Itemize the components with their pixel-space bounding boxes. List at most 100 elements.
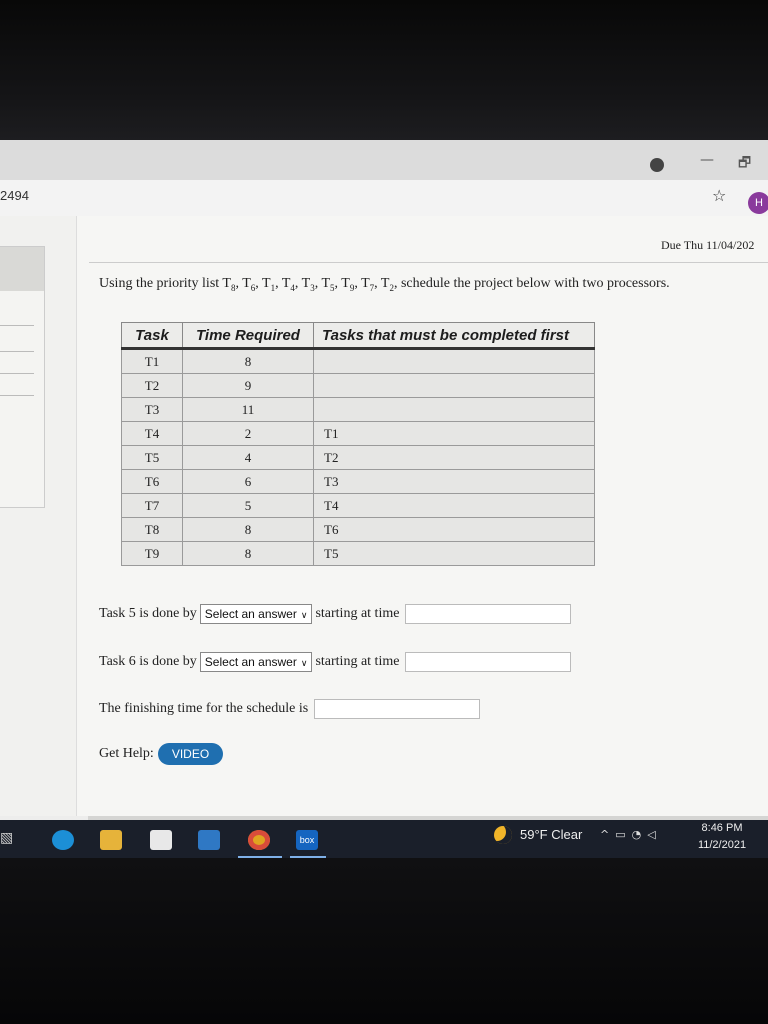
header-time-required: Time Required (182, 322, 314, 350)
url-text[interactable]: 2494 (0, 188, 29, 203)
taskbar: ▧ box 59°F Clear ^▭◔◁ 8:46 PM 11/2/2021 (0, 820, 768, 860)
priority-item: T6 (242, 276, 256, 293)
table-row: T9 8 T5 (121, 541, 595, 566)
header-prerequisites: Tasks that must be completed first (313, 322, 595, 350)
get-help-row: Get Help: VIDEO (99, 743, 224, 765)
prerequisite-cell: T1 (313, 421, 595, 446)
due-date: Due Thu 11/04/202 (661, 238, 755, 252)
prerequisite-cell: T3 (313, 469, 595, 494)
chevron-down-icon: ∨ (300, 658, 308, 668)
address-bar[interactable]: 2494 ☆ H (0, 180, 768, 216)
task6-label: Task 6 is done by (99, 654, 197, 670)
time-cell: 5 (182, 493, 314, 518)
sidebar-divider (0, 325, 34, 326)
table-row: T1 8 (121, 348, 595, 374)
task6-select-value: Select an answer (204, 655, 297, 669)
task-cell: T3 (121, 397, 183, 422)
priority-item: T4 (281, 276, 295, 293)
task-cell: T4 (121, 421, 183, 446)
monitor-top-bezel (0, 0, 768, 140)
extension-icon[interactable] (650, 158, 664, 172)
priority-item: T3 (301, 276, 315, 293)
task5-time-label: starting at time (315, 606, 400, 622)
priority-item: T5 (321, 276, 335, 293)
prerequisite-cell (313, 348, 595, 374)
profile-avatar[interactable]: H (748, 192, 768, 214)
finish-time-row: The finishing time for the schedule is (99, 699, 481, 719)
time-cell: 8 (182, 348, 314, 374)
priority-item: T9 (341, 276, 355, 293)
task6-time-label: starting at time (315, 654, 400, 670)
table-row: T4 2 T1 (121, 421, 595, 446)
table-row: T8 8 T6 (121, 517, 595, 542)
file-explorer-icon[interactable] (100, 830, 122, 850)
task5-processor-select[interactable]: Select an answer ∨ (199, 604, 313, 624)
priority-item: T7 (361, 276, 375, 293)
edge-browser-icon[interactable] (52, 830, 74, 850)
table-row: T7 5 T4 (121, 493, 595, 518)
weather-text[interactable]: 59°F Clear (520, 827, 582, 842)
divider (89, 262, 768, 263)
task5-start-time-input[interactable] (405, 604, 572, 624)
prerequisite-cell: T4 (313, 493, 595, 518)
sidebar-divider (0, 373, 34, 374)
task6-start-time-input[interactable] (405, 652, 572, 672)
system-tray-icons[interactable]: ^▭◔◁ (600, 828, 662, 841)
table-header-row: Task Time Required Tasks that must be co… (121, 322, 595, 350)
mail-icon[interactable] (198, 830, 220, 850)
task-cell: T8 (121, 517, 183, 542)
priority-list: T8, T6, T1, T4, T3, T5, T9, T7, T2 (222, 276, 394, 293)
priority-item: T2 (380, 276, 394, 293)
minimize-icon[interactable]: — (700, 152, 714, 168)
monitor-bottom-bezel (0, 858, 768, 1024)
question-suffix: , schedule the project below with two pr… (393, 276, 670, 291)
priority-item: T8 (222, 276, 236, 293)
get-help-label: Get Help: (99, 746, 154, 762)
task-table: Task Time Required Tasks that must be co… (121, 322, 595, 566)
task-cell: T9 (121, 541, 183, 566)
box-app-icon[interactable]: box (296, 830, 318, 850)
task5-answer-row: Task 5 is done by Select an answer ∨ starti… (99, 604, 572, 624)
store-icon[interactable] (150, 830, 172, 850)
clock-date: 11/2/2021 (697, 839, 747, 851)
clock-time: 8:46 PM (701, 822, 743, 834)
task5-label: Task 5 is done by (99, 606, 197, 622)
sidebar-divider (0, 395, 34, 396)
table-row: T3 11 (121, 397, 595, 422)
moon-weather-icon (494, 826, 512, 844)
prerequisite-cell (313, 373, 595, 398)
finish-time-input[interactable] (314, 699, 481, 719)
sidebar-divider (0, 351, 34, 352)
task-cell: T2 (121, 373, 183, 398)
time-cell: 2 (182, 421, 314, 446)
prerequisite-cell (313, 397, 595, 422)
video-button[interactable]: VIDEO (157, 743, 224, 765)
time-cell: 9 (182, 373, 314, 398)
task6-processor-select[interactable]: Select an answer ∨ (199, 652, 313, 672)
taskview-icon[interactable]: ▧ (0, 830, 22, 850)
table-row: T6 6 T3 (121, 469, 595, 494)
question-text: Using the priority list T8, T6, T1, T4, … (99, 276, 670, 293)
time-cell: 4 (182, 445, 314, 470)
left-sidebar (0, 246, 45, 508)
sidebar-header (0, 247, 44, 291)
task-cell: T5 (121, 445, 183, 470)
table-row: T5 4 T2 (121, 445, 595, 470)
task-cell: T6 (121, 469, 183, 494)
browser-titlebar: — 🗗 (0, 140, 768, 180)
screen: — 🗗 2494 ☆ H Due Thu 11/04/202 Using the… (0, 140, 768, 858)
page: Due Thu 11/04/202 Using the priority lis… (0, 216, 768, 816)
clock[interactable]: 8:46 PM 11/2/2021 (694, 820, 750, 854)
task-cell: T7 (121, 493, 183, 518)
chrome-icon[interactable] (248, 830, 270, 850)
time-cell: 11 (182, 397, 314, 422)
bookmark-star-icon[interactable]: ☆ (712, 186, 726, 205)
prerequisite-cell: T2 (313, 445, 595, 470)
prerequisite-cell: T6 (313, 517, 595, 542)
chevron-down-icon: ∨ (300, 610, 308, 620)
restore-icon[interactable]: 🗗 (738, 152, 751, 176)
question-prefix: Using the priority list (99, 276, 223, 291)
time-cell: 8 (182, 541, 314, 566)
task-cell: T1 (121, 348, 183, 374)
priority-item: T1 (262, 276, 276, 293)
